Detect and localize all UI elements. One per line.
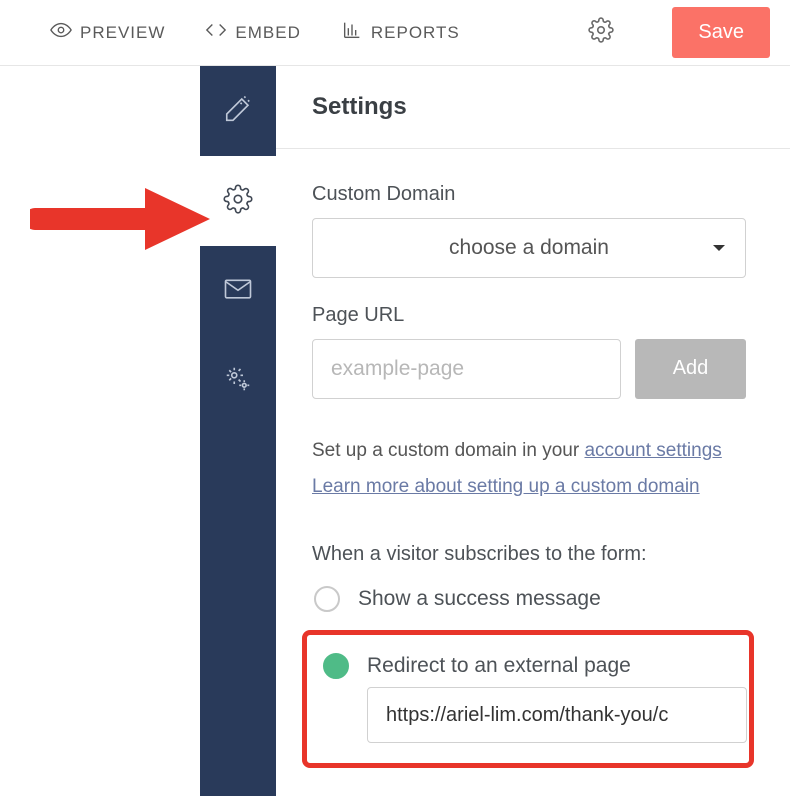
code-icon — [205, 19, 227, 46]
page-url-label: Page URL — [312, 304, 754, 327]
redirect-highlight-box: Redirect to an external page — [302, 630, 754, 768]
add-button[interactable]: Add — [635, 339, 746, 399]
reports-label: REPORTS — [371, 23, 460, 43]
side-nav-advanced[interactable] — [200, 336, 276, 426]
annotation-gutter — [0, 66, 200, 796]
option-redirect[interactable]: Redirect to an external page — [323, 653, 735, 679]
option-success-label: Show a success message — [358, 587, 601, 611]
gear-icon — [588, 30, 614, 47]
redirect-url-input[interactable] — [367, 687, 747, 743]
chevron-down-icon — [713, 245, 725, 251]
radio-unchecked-icon — [314, 586, 340, 612]
learn-more-link[interactable]: Learn more about setting up a custom dom… — [312, 476, 700, 497]
subscribe-heading: When a visitor subscribes to the form: — [312, 543, 754, 566]
side-nav-settings[interactable] — [200, 156, 276, 246]
side-nav — [200, 66, 276, 796]
wand-icon — [223, 94, 253, 129]
reports-tab[interactable]: REPORTS — [341, 19, 460, 46]
gear-icon — [223, 184, 253, 219]
chart-icon — [341, 19, 363, 46]
account-settings-link[interactable]: account settings — [584, 440, 721, 461]
radio-checked-icon — [323, 653, 349, 679]
option-success-message[interactable]: Show a success message — [314, 586, 754, 612]
subscribe-section: When a visitor subscribes to the form: S… — [312, 543, 754, 768]
side-nav-design[interactable] — [200, 66, 276, 156]
content-panel: Settings Custom Domain choose a domain P… — [276, 66, 790, 796]
embed-tab[interactable]: EMBED — [205, 19, 300, 46]
topbar-settings-button[interactable] — [588, 17, 614, 48]
page-url-input[interactable] — [312, 339, 621, 399]
gears-icon — [223, 364, 253, 399]
preview-label: PREVIEW — [80, 23, 165, 43]
mail-icon — [223, 274, 253, 309]
custom-domain-select[interactable]: choose a domain — [312, 218, 746, 278]
help-prefix: Set up a custom domain in your — [312, 440, 584, 461]
main-layout: Settings Custom Domain choose a domain P… — [0, 66, 790, 796]
option-redirect-label: Redirect to an external page — [367, 654, 631, 678]
content-body: Custom Domain choose a domain Page URL A… — [276, 149, 790, 796]
custom-domain-label: Custom Domain — [312, 183, 754, 206]
preview-tab[interactable]: PREVIEW — [50, 19, 165, 46]
side-nav-mail[interactable] — [200, 246, 276, 336]
page-title: Settings — [312, 93, 407, 121]
help-text: Set up a custom domain in your account s… — [312, 433, 752, 505]
topbar: PREVIEW EMBED REPORTS Save — [0, 0, 790, 66]
eye-icon — [50, 19, 72, 46]
annotation-arrow-icon — [30, 184, 210, 254]
save-button[interactable]: Save — [672, 7, 770, 58]
custom-domain-selected: choose a domain — [449, 236, 609, 260]
embed-label: EMBED — [235, 23, 300, 43]
content-header: Settings — [276, 66, 790, 149]
